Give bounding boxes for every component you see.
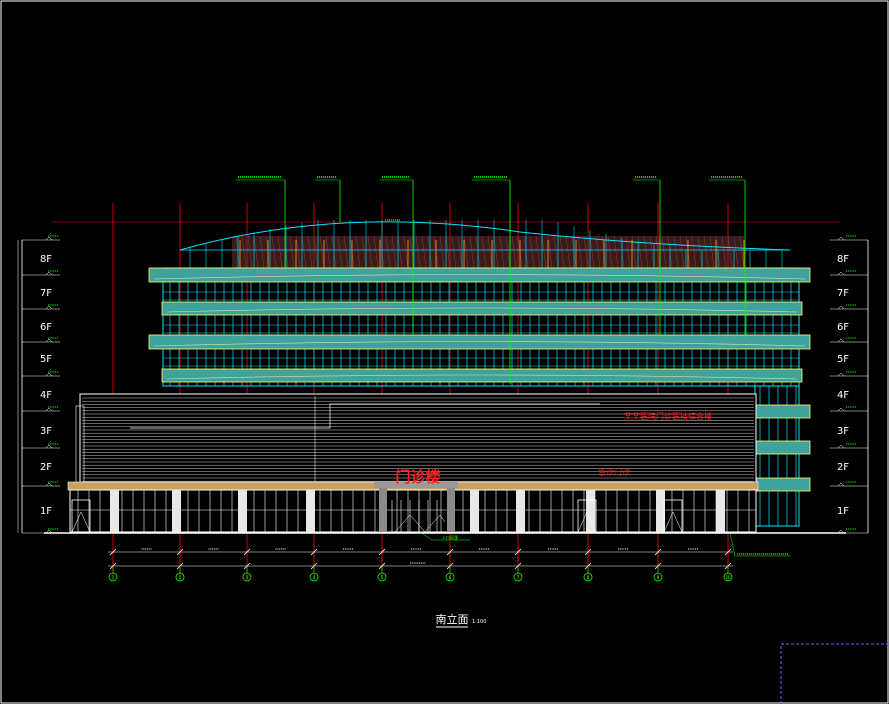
right-floor-band bbox=[754, 440, 811, 455]
floor-label-2f: 2F bbox=[837, 462, 849, 473]
floor-band bbox=[161, 368, 803, 383]
entrance-note: 入口雨篷 bbox=[442, 534, 458, 540]
axis-label-6: 6 bbox=[449, 575, 452, 580]
level-symbol bbox=[837, 482, 845, 487]
right-floor-band bbox=[754, 477, 811, 492]
ground-column bbox=[716, 490, 725, 532]
right-floor-band bbox=[754, 404, 811, 419]
ground-column bbox=[306, 490, 315, 532]
entrance-pier-left bbox=[379, 488, 387, 532]
floor-label-4f: 4F bbox=[837, 390, 849, 401]
ground-column bbox=[238, 490, 247, 532]
level-symbol bbox=[837, 444, 845, 449]
floor-label-4f: 4F bbox=[40, 390, 52, 401]
ground-floor bbox=[44, 481, 846, 534]
level-symbol bbox=[45, 482, 53, 487]
level-symbol bbox=[837, 305, 845, 310]
signage-mid-right: 急诊门诊 bbox=[598, 467, 630, 477]
axis-label-7: 7 bbox=[517, 575, 520, 580]
floor-band bbox=[148, 334, 811, 350]
level-symbol bbox=[45, 271, 53, 276]
ground-column bbox=[516, 490, 525, 532]
level-symbol bbox=[45, 444, 53, 449]
floor-label-8f: 8F bbox=[837, 254, 849, 265]
roof-parapet-hatch bbox=[232, 236, 744, 268]
axis-label-9: 9 bbox=[657, 575, 660, 580]
floor-label-5f: 5F bbox=[40, 354, 52, 365]
floor-label-3f: 3F bbox=[837, 426, 849, 437]
ground-column bbox=[110, 490, 119, 532]
axis-label-3: 3 bbox=[246, 575, 249, 580]
axis-label-4: 4 bbox=[313, 575, 316, 580]
level-symbol bbox=[837, 338, 845, 343]
floor-band bbox=[148, 267, 811, 283]
floor-label-6f: 6F bbox=[837, 322, 849, 333]
level-symbol bbox=[837, 372, 845, 377]
level-symbol bbox=[45, 305, 53, 310]
dimension-lines: 1 2 3 4 5 6 7 8 9 10 bbox=[108, 548, 733, 582]
level-symbol bbox=[45, 407, 53, 412]
level-symbol bbox=[837, 236, 845, 241]
entrance-pier-right bbox=[447, 488, 455, 532]
level-symbol bbox=[45, 372, 53, 377]
floor-label-8f: 8F bbox=[40, 254, 52, 265]
floor-label-1f: 1F bbox=[837, 506, 849, 517]
floor-label-6f: 6F bbox=[40, 322, 52, 333]
signage-top-right: 某某医院门诊医技综合楼 bbox=[624, 411, 712, 421]
level-symbol bbox=[837, 271, 845, 276]
floor-label-7f: 7F bbox=[837, 288, 849, 299]
elevation-drawing: 1F 2F 3F 4F 5F 6F 7F 8F 1F 2F 3F 4F 5F 6F 7F 8F 1 2 3 4 5 6 7… bbox=[0, 0, 889, 704]
axis-label-1: 1 bbox=[112, 575, 115, 580]
level-symbol bbox=[45, 236, 53, 241]
ground-column bbox=[470, 490, 479, 532]
floor-label-1f: 1F bbox=[40, 506, 52, 517]
axis-label-10: 10 bbox=[725, 575, 731, 580]
ground-note-leader bbox=[729, 532, 736, 557]
signage-main: 门诊楼 bbox=[395, 468, 440, 486]
level-symbol bbox=[837, 407, 845, 412]
floor-band bbox=[161, 301, 803, 316]
ground-column bbox=[172, 490, 181, 532]
upper-glazing-frame bbox=[162, 267, 800, 387]
roof-structure bbox=[179, 220, 791, 269]
title-block-corner bbox=[780, 643, 889, 704]
drawing-title: 南立面 bbox=[436, 612, 469, 626]
level-symbol bbox=[45, 338, 53, 343]
ground-column bbox=[586, 490, 595, 532]
floor-label-2f: 2F bbox=[40, 462, 52, 473]
drawing-scale: 1:100 bbox=[472, 619, 486, 625]
axis-label-2: 2 bbox=[179, 575, 182, 580]
floor-label-5f: 5F bbox=[837, 354, 849, 365]
floor-label-3f: 3F bbox=[40, 426, 52, 437]
floor-label-7f: 7F bbox=[40, 288, 52, 299]
axis-label-5: 5 bbox=[381, 575, 384, 580]
axis-label-8: 8 bbox=[587, 575, 590, 580]
